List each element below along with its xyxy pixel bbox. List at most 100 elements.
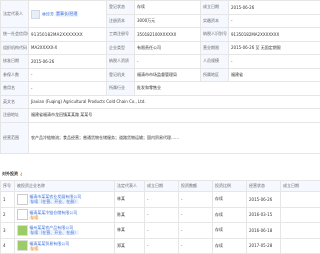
region-label: 所属地区 — [201, 68, 229, 82]
info-row: 经营范围 农产品冷链物流；食品经营；普通货物仓储服务；道路货物运输；国内贸易代理… — [1, 122, 320, 153]
row-extra — [281, 192, 320, 208]
taxpayer-value: - — [135, 55, 201, 69]
col-header-name[interactable]: 被投资企业名称 — [15, 181, 115, 192]
row-company[interactable]: 福清某某贸易有限公司 存续 — [15, 238, 115, 254]
info-row: 核准日期 2015-06-26 纳税人资质 - 人员规模 - — [1, 55, 320, 69]
credit-code-value: 91350182MA2XXXXXXX — [29, 28, 107, 42]
approval-label: 核准日期 — [1, 55, 29, 69]
company-status-badge: 存续 — [29, 246, 39, 251]
row-capital: - — [145, 192, 179, 208]
org-code-value: MA2XXXXX-X — [29, 41, 107, 55]
col-header-ratio[interactable]: 投资比例 — [213, 181, 247, 192]
table-row[interactable]: 3 福州某某农产品有限公司 存续（在营、开业、在册） 林某 - - 存续 201… — [1, 223, 320, 239]
scope-label: 经营范围 — [1, 122, 29, 153]
avatar — [31, 10, 40, 19]
english-name-value: Jiaxian (Fuqing) Agricultural Products C… — [29, 95, 320, 109]
status-label: 登记状态 — [107, 1, 135, 15]
taxpayer-label: 纳税人资质 — [107, 55, 135, 69]
row-status: 存续 — [213, 238, 247, 254]
former-name-value: - — [29, 82, 107, 96]
reg-no-value: 350182100XXXXXX — [135, 28, 201, 42]
legal-rep-cell: 林珍芳董事长/经理 — [29, 1, 107, 28]
org-code-label: 组织机构代码 — [1, 41, 29, 55]
info-row: 注册地址 福建省福清市龙田镇某某路 某某号 — [1, 109, 320, 123]
row-rep[interactable]: 陈某 — [115, 207, 145, 223]
investments-table: 序号 被投资企业名称 法定代表人 成立日期 投资数额 投资比例 经营状态 成立日… — [0, 180, 320, 254]
info-row: 曾用名 - 所属行业 批发和零售业 — [1, 82, 320, 96]
row-date: 2016-06-18 — [247, 223, 281, 239]
reg-capital-label: 注册资本 — [107, 14, 135, 28]
table-row[interactable]: 4 福清某某贸易有限公司 存续 郑某 - - 存续 2017-05-28 — [1, 238, 320, 254]
approval-value: 2015-06-26 — [29, 55, 107, 69]
paid-capital-label: 实缴资本 — [201, 14, 229, 28]
col-header-date[interactable]: 成立日期 — [281, 181, 320, 192]
reg-capital-value: 3000万元 — [135, 14, 201, 28]
tax-id-label: 纳税人识别号 — [201, 28, 229, 42]
row-status: 存续 — [213, 192, 247, 208]
row-capital: - — [145, 207, 179, 223]
former-name-label: 曾用名 — [1, 82, 29, 96]
established-label: 成立日期 — [201, 1, 229, 15]
address-label: 注册地址 — [1, 109, 29, 123]
status-value: 存续 — [135, 1, 201, 15]
col-header-established[interactable]: 成立日期 — [145, 181, 179, 192]
company-status-badge: 存续（在营、开业、在册） — [29, 230, 79, 235]
row-rep[interactable]: 郑某 — [115, 238, 145, 254]
business-info-table: 法定代表人 林珍芳董事长/经理 登记状态 存续 成立日期 2015-06-26 … — [0, 0, 320, 154]
staff-label: 人员规模 — [201, 55, 229, 69]
row-status: 存续 — [213, 223, 247, 239]
region-value: 福建省 — [229, 68, 320, 82]
row-rep[interactable]: 林某 — [115, 223, 145, 239]
reg-no-label: 工商注册号 — [107, 28, 135, 42]
staff-value: - — [229, 55, 320, 69]
row-company[interactable]: 福清市某某农业发展有限公司 存续（在营、开业、在册） — [15, 192, 115, 208]
row-capital: - — [145, 223, 179, 239]
investments-title: 对外投资 — [0, 171, 18, 177]
row-ratio: - — [179, 207, 213, 223]
info-row: 统一社会信用代码 91350182MA2XXXXXXX 工商注册号 350182… — [1, 28, 320, 42]
row-index: 2 — [1, 207, 15, 223]
info-row: 组织机构代码 MA2XXXXX-X 企业类型 有限责任公司 营业期限 2015-… — [1, 41, 320, 55]
tax-id-value: 91350182MA2XXXXXXX — [229, 28, 320, 42]
insured-label: 参保人数 — [1, 68, 29, 82]
row-index: 4 — [1, 238, 15, 254]
row-company[interactable]: 福清某某冷链仓储有限公司 存续 — [15, 207, 115, 223]
table-row[interactable]: 2 福清某某冷链仓储有限公司 存续 陈某 - - 存续 2016-03-15 — [1, 207, 320, 223]
row-rep[interactable]: 林某 — [115, 192, 145, 208]
company-logo-icon — [17, 194, 28, 205]
insured-value: - — [29, 68, 107, 82]
company-logo-icon — [17, 209, 28, 220]
legal-rep-name[interactable]: 林珍芳 — [42, 11, 54, 16]
row-status: 存续 — [213, 207, 247, 223]
info-row: 英文名 Jiaxian (Fuqing) Agricultural Produc… — [1, 95, 320, 109]
row-date: 2017-05-28 — [247, 238, 281, 254]
investments-section-header: 对外投资 4 — [0, 169, 320, 179]
credit-code-label: 统一社会信用代码 — [1, 28, 29, 42]
row-index: 1 — [1, 192, 15, 208]
table-row[interactable]: 1 福清市某某农业发展有限公司 存续（在营、开业、在册） 林某 - - 存续 2… — [1, 192, 320, 208]
investments-count: 4 — [20, 172, 23, 177]
company-status-badge: 存续 — [29, 215, 39, 220]
legal-rep-tag: 董事长/经理 — [55, 11, 78, 17]
term-label: 营业期限 — [201, 41, 229, 55]
scope-value: 农产品冷链物流；食品经营；普通货物仓储服务；道路货物运输；国内贸易代理…… — [29, 122, 320, 153]
authority-label: 登记机关 — [107, 68, 135, 82]
row-company[interactable]: 福州某某农产品有限公司 存续（在营、开业、在册） — [15, 223, 115, 239]
company-logo-icon — [17, 225, 28, 236]
legal-rep-label: 法定代表人 — [1, 1, 29, 28]
english-name-label: 英文名 — [1, 95, 29, 109]
paid-capital-value: - — [229, 14, 320, 28]
company-profile: 法定代表人 林珍芳董事长/经理 登记状态 存续 成立日期 2015-06-26 … — [0, 0, 320, 240]
info-row: 法定代表人 林珍芳董事长/经理 登记状态 存续 成立日期 2015-06-26 — [1, 1, 320, 15]
col-header-index: 序号 — [1, 181, 15, 192]
table-header-row: 序号 被投资企业名称 法定代表人 成立日期 投资数额 投资比例 经营状态 成立日… — [1, 181, 320, 192]
col-header-capital[interactable]: 投资数额 — [179, 181, 213, 192]
row-capital: - — [145, 238, 179, 254]
company-logo-icon — [17, 240, 28, 251]
address-value: 福建省福清市龙田镇某某路 某某号 — [29, 109, 320, 123]
row-ratio: - — [179, 223, 213, 239]
row-extra — [281, 207, 320, 223]
industry-label: 所属行业 — [107, 82, 135, 96]
row-extra — [281, 223, 320, 239]
industry-value: 批发和零售业 — [135, 82, 320, 96]
